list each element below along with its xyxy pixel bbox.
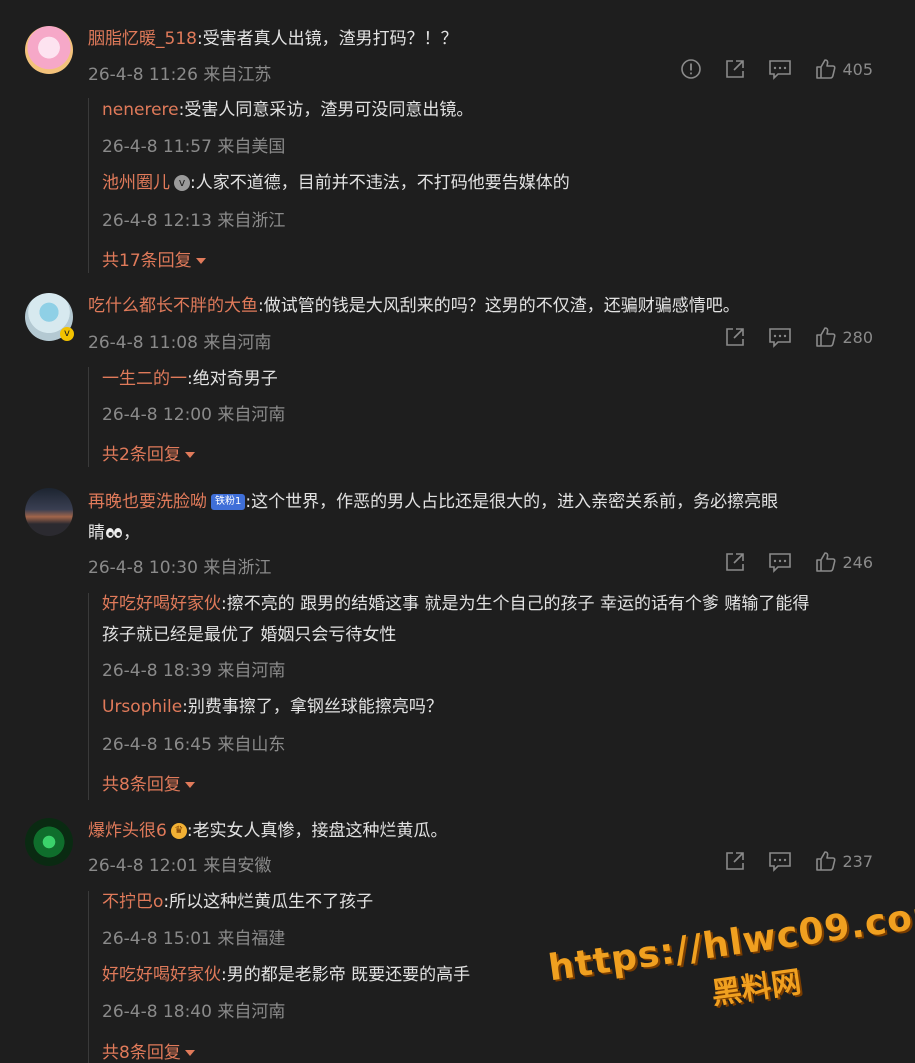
like-count: 237 [842, 851, 873, 871]
comment-body: 爆炸头很6 ♛:老实女人真惨，接盘这种烂黄瓜。 [88, 816, 880, 847]
report-icon[interactable] [680, 58, 702, 80]
comment-icon[interactable] [768, 551, 792, 573]
like-button[interactable]: 405 [814, 58, 873, 80]
username[interactable]: 再晚也要洗脸呦 [88, 492, 207, 512]
comment-body: 胭脂忆暖_518:受害者真人出镜，渣男打码？！？ [88, 24, 880, 55]
comment-actions: 246 [702, 551, 873, 573]
comment-icon[interactable] [768, 326, 792, 348]
caret-down-icon [184, 452, 195, 458]
reply-username[interactable]: Ursophile [102, 697, 182, 717]
like-button[interactable]: 237 [814, 850, 873, 872]
avatar[interactable] [25, 26, 73, 74]
reply-meta: 26-4-8 11:57 来自美国 [102, 137, 286, 157]
reply-meta: 26-4-8 12:13 来自浙江 [102, 211, 286, 231]
comment-text: 受害者真人出镜，渣男打码？！？ [202, 29, 458, 49]
comment-icon[interactable] [768, 850, 792, 872]
reply-text: 所以这种烂黄瓜生不了孩子 [169, 892, 374, 912]
more-replies-button[interactable]: 共2条回复 [102, 440, 195, 465]
share-icon[interactable] [724, 326, 746, 348]
comment-meta: 26-4-8 10:30 来自浙江 [88, 558, 272, 578]
reply-text: 绝对奇男子 [192, 369, 278, 389]
reply-item: Ursophile:别费事擦了，拿钢丝球能擦亮吗？ [102, 692, 880, 723]
reply-text-cont: 孩子就已经是最优了 婚姻只会亏待女性 [102, 625, 397, 645]
verified-icon: v [174, 175, 190, 191]
reply-username[interactable]: nenerere [102, 100, 179, 120]
like-button[interactable]: 280 [814, 326, 873, 348]
share-icon[interactable] [724, 850, 746, 872]
reply-username[interactable]: 好吃好喝好家伙 [102, 965, 221, 985]
comment-actions: 237 [702, 850, 873, 872]
more-replies-label: 共2条回复 [102, 445, 181, 465]
caret-down-icon [184, 782, 195, 788]
more-replies-button[interactable]: 共8条回复 [102, 1038, 195, 1063]
eyes-emoji-icon [106, 528, 122, 538]
comment-actions: 405 [658, 58, 873, 80]
more-replies-button[interactable]: 共17条回复 [102, 246, 206, 271]
reply-username[interactable]: 池州圈儿 [102, 173, 170, 193]
more-replies-label: 共8条回复 [102, 1043, 181, 1063]
comment-text: 做试管的钱是大风刮来的吗？这男的不仅渣，还骗财骗感情吧。 [263, 296, 740, 316]
reply-username[interactable]: 不拧巴o [102, 892, 163, 912]
reply-item: 好吃好喝好家伙:擦不亮的 跟男的结婚这事 就是为生个自己的孩子 幸运的话有个爹 … [102, 589, 880, 651]
reply-meta: 26-4-8 15:01 来自福建 [102, 929, 286, 949]
thumbs-up-icon [816, 552, 837, 572]
comment-body: 吃什么都长不胖的大鱼:做试管的钱是大风刮来的吗？这男的不仅渣，还骗财骗感情吧。 [88, 291, 880, 322]
fan-badge: 铁粉1 [211, 494, 246, 510]
reply-meta: 26-4-8 12:00 来自河南 [102, 405, 286, 425]
like-count: 405 [842, 59, 873, 79]
reply-text: 人家不道德，目前并不违法，不打码他要告媒体的 [195, 173, 570, 193]
avatar[interactable] [25, 488, 73, 536]
comment-meta: 26-4-8 11:08 来自河南 [88, 333, 272, 353]
share-icon[interactable] [724, 58, 746, 80]
username[interactable]: 爆炸头很6 [88, 821, 167, 841]
thumbs-up-icon [816, 59, 837, 79]
like-button[interactable]: 246 [814, 551, 873, 573]
reply-divider [88, 593, 89, 800]
reply-item: nenerere:受害人同意采访，渣男可没同意出镜。 [102, 95, 880, 126]
reply-divider [88, 98, 89, 273]
reply-meta: 26-4-8 18:39 来自河南 [102, 661, 286, 681]
crown-badge-icon: ♛ [170, 823, 187, 839]
reply-text: 擦不亮的 跟男的结婚这事 就是为生个自己的孩子 幸运的话有个爹 赌输了能得 [226, 594, 810, 614]
reply-text: 男的都是老影帝 既要还要的高手 [226, 965, 471, 985]
like-count: 280 [842, 327, 873, 347]
reply-text: 别费事擦了，拿钢丝球能擦亮吗？ [187, 697, 443, 717]
reply-username[interactable]: 好吃好喝好家伙 [102, 594, 221, 614]
share-icon[interactable] [724, 551, 746, 573]
more-replies-label: 共17条回复 [102, 251, 192, 271]
like-count: 246 [842, 552, 873, 572]
reply-meta: 26-4-8 18:40 来自河南 [102, 1002, 286, 1022]
verified-icon: v [60, 327, 74, 341]
comment-icon[interactable] [768, 58, 792, 80]
comment-body: 再晚也要洗脸呦 铁粉1:这个世界，作恶的男人占比还是很大的，进入亲密关系前，务必擦… [88, 487, 880, 549]
comment-text: 老实女人真惨，接盘这种烂黄瓜。 [192, 821, 448, 841]
reply-meta: 26-4-8 16:45 来自山东 [102, 735, 286, 755]
username[interactable]: 吃什么都长不胖的大鱼 [88, 296, 258, 316]
reply-item: 池州圈儿 v:人家不道德，目前并不违法，不打码他要告媒体的 [102, 168, 880, 199]
comment-meta: 26-4-8 11:26 来自江苏 [88, 65, 272, 85]
reply-item: 一生二的一:绝对奇男子 [102, 364, 880, 395]
reply-divider [88, 367, 89, 467]
avatar[interactable] [25, 818, 73, 866]
thumbs-up-icon [816, 851, 837, 871]
caret-down-icon [195, 258, 206, 264]
comment-text-cont: 睛 [88, 523, 105, 543]
reply-username[interactable]: 一生二的一 [102, 369, 187, 389]
comment-text-end: ， [123, 523, 140, 543]
more-replies-label: 共8条回复 [102, 775, 181, 795]
caret-down-icon [184, 1050, 195, 1056]
thumbs-up-icon [816, 327, 837, 347]
reply-divider [88, 891, 89, 1063]
username[interactable]: 胭脂忆暖_518 [88, 29, 197, 49]
comment-text: 这个世界，作恶的男人占比还是很大的，进入亲密关系前，务必擦亮眼 [251, 492, 779, 512]
comment-meta: 26-4-8 12:01 来自安徽 [88, 856, 272, 876]
reply-item: 不拧巴o:所以这种烂黄瓜生不了孩子 [102, 887, 880, 918]
more-replies-button[interactable]: 共8条回复 [102, 770, 195, 795]
reply-text: 受害人同意采访，渣男可没同意出镜。 [184, 100, 474, 120]
comment-actions: 280 [702, 326, 873, 348]
